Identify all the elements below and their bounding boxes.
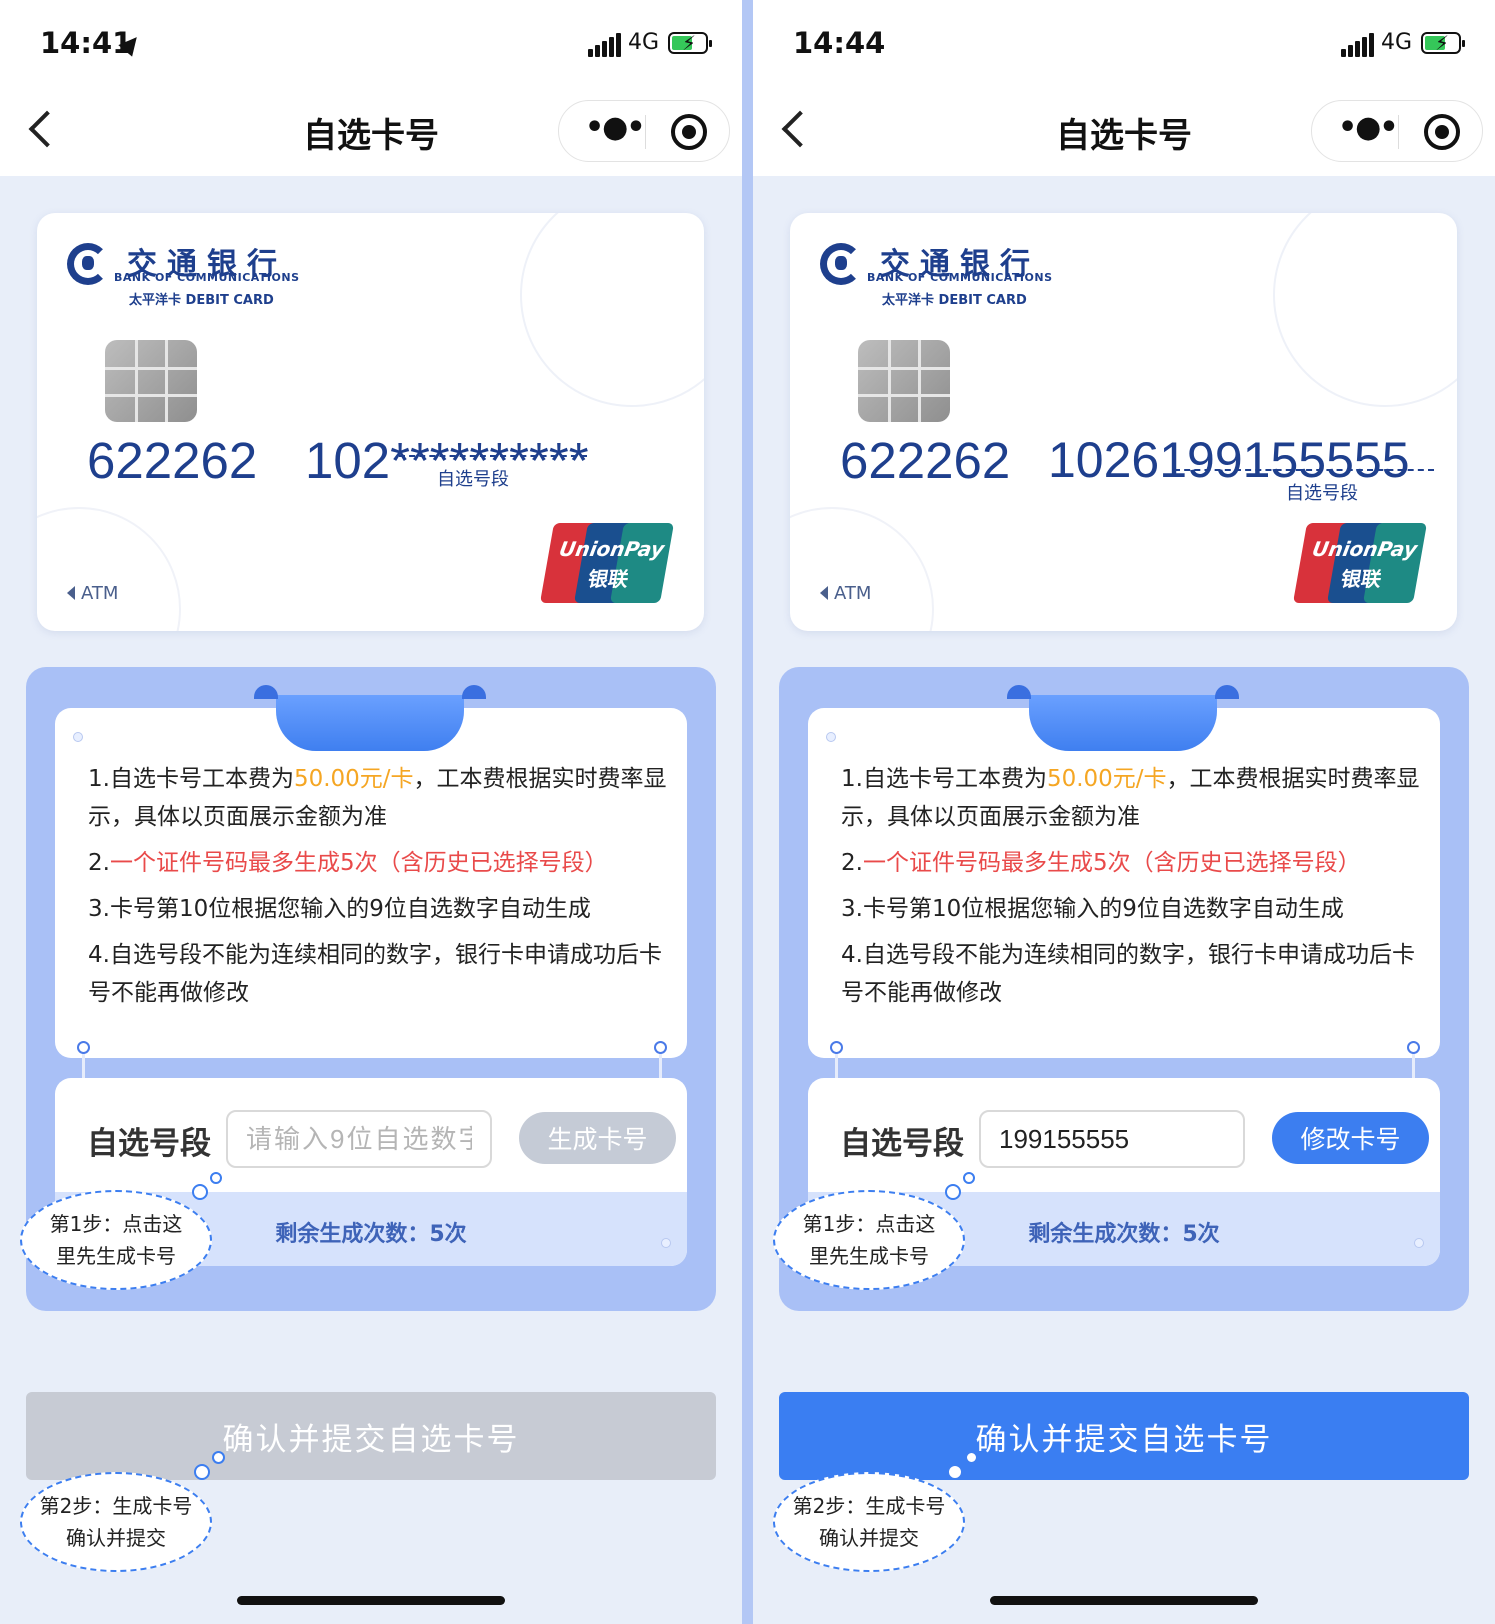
- step1-tip: 第1步：点击这里先生成卡号: [20, 1190, 212, 1290]
- signal-icon: [1341, 33, 1375, 57]
- bank-logo-icon: [820, 243, 862, 285]
- segment-input[interactable]: [979, 1110, 1245, 1168]
- rule-4: 4.自选号段不能为连续相同的数字，银行卡申请成功后卡号不能再做修改: [841, 942, 1415, 1006]
- status-bar: 14:41 4G ⚡: [0, 0, 742, 90]
- rules-tab-decoration: [1007, 685, 1239, 751]
- home-indicator: [990, 1596, 1258, 1605]
- more-icon[interactable]: •●•: [1338, 113, 1399, 143]
- rules-card: 1.自选卡号工本费为50.00元/卡，工本费根据实时费率显示，具体以页面展示金额…: [55, 708, 687, 1058]
- bank-name-en: BANK OF COMMUNICATIONS: [114, 271, 300, 284]
- step2-tip: 第2步：生成卡号确认并提交: [20, 1472, 212, 1572]
- segment-underline: [1174, 469, 1434, 471]
- screen-after-generate: 14:44 4G ⚡ 自选卡号 •●• 交通银行 BANK OF COMMUNI…: [753, 0, 1495, 1624]
- close-miniprogram-icon[interactable]: [1424, 114, 1460, 150]
- rule-2: 2.一个证件号码最多生成5次（含历史已选择号段）: [841, 850, 1361, 876]
- rule-2: 2.一个证件号码最多生成5次（含历史已选择号段）: [88, 850, 608, 876]
- segment-field-label: 自选号段: [87, 1126, 211, 1162]
- unionpay-logo: UnionPay 银联: [1292, 523, 1428, 603]
- chip-icon: [858, 340, 950, 422]
- modify-card-button[interactable]: 修改卡号: [1272, 1112, 1429, 1164]
- status-bar: 14:44 4G ⚡: [753, 0, 1495, 90]
- fee-amount: 50.00元/卡: [1046, 766, 1167, 792]
- rule-1: 1.自选卡号工本费为50.00元/卡，工本费根据实时费率显示，具体以页面展示金额…: [841, 766, 1420, 830]
- battery-charging-icon: ⚡: [1421, 32, 1465, 54]
- atm-label: ATM: [820, 583, 871, 604]
- nav-bar: 自选卡号 •●•: [753, 90, 1495, 176]
- bank-card-preview: 交通银行 BANK OF COMMUNICATIONS 太平洋卡 DEBIT C…: [790, 213, 1457, 631]
- rules-tab-decoration: [254, 685, 486, 751]
- nav-bar: 自选卡号 •●•: [0, 90, 742, 176]
- miniprogram-capsule: •●•: [558, 100, 730, 162]
- miniprogram-capsule: •●•: [1311, 100, 1483, 162]
- unionpay-logo: UnionPay 银联: [539, 523, 675, 603]
- screen-before-generate: 14:41 4G ⚡ 自选卡号 •●• 交通银行 BANK OF COMMUNI…: [0, 0, 742, 1624]
- step2-tip: 第2步：生成卡号确认并提交: [773, 1472, 965, 1572]
- card-type: 太平洋卡 DEBIT CARD: [129, 293, 274, 308]
- step1-tip: 第1步：点击这里先生成卡号: [773, 1190, 965, 1290]
- atm-label: ATM: [67, 583, 118, 604]
- segment-underline: [399, 455, 587, 457]
- segment-input[interactable]: [226, 1110, 492, 1168]
- card-number-prefix: 622262: [87, 432, 258, 489]
- home-indicator: [237, 1596, 505, 1605]
- bank-logo-icon: [67, 243, 109, 285]
- submit-card-button[interactable]: 确认并提交自选卡号: [26, 1392, 716, 1480]
- segment-label: 自选号段: [437, 469, 509, 490]
- rule-3: 3.卡号第10位根据您输入的9位自选数字自动生成: [88, 896, 591, 922]
- more-icon[interactable]: •●•: [585, 113, 646, 143]
- bank-name-en: BANK OF COMMUNICATIONS: [867, 271, 1053, 284]
- fee-amount: 50.00元/卡: [293, 766, 414, 792]
- chip-icon: [105, 340, 197, 422]
- status-time: 14:44: [793, 26, 886, 60]
- submit-card-button[interactable]: 确认并提交自选卡号: [779, 1392, 1469, 1480]
- close-miniprogram-icon[interactable]: [671, 114, 707, 150]
- rules-card: 1.自选卡号工本费为50.00元/卡，工本费根据实时费率显示，具体以页面展示金额…: [808, 708, 1440, 1058]
- generate-card-button[interactable]: 生成卡号: [519, 1112, 676, 1164]
- card-type: 太平洋卡 DEBIT CARD: [882, 293, 1027, 308]
- rule-3: 3.卡号第10位根据您输入的9位自选数字自动生成: [841, 896, 1344, 922]
- segment-label: 自选号段: [1286, 483, 1358, 504]
- battery-charging-icon: ⚡: [668, 32, 712, 54]
- segment-field-label: 自选号段: [840, 1126, 964, 1162]
- bank-card-preview: 交通银行 BANK OF COMMUNICATIONS 太平洋卡 DEBIT C…: [37, 213, 704, 631]
- rule-4: 4.自选号段不能为连续相同的数字，银行卡申请成功后卡号不能再做修改: [88, 942, 662, 1006]
- network-type: 4G: [1381, 30, 1413, 55]
- card-number-prefix: 622262: [840, 432, 1011, 489]
- rule-1: 1.自选卡号工本费为50.00元/卡，工本费根据实时费率显示，具体以页面展示金额…: [88, 766, 667, 830]
- signal-icon: [588, 33, 622, 57]
- network-type: 4G: [628, 30, 660, 55]
